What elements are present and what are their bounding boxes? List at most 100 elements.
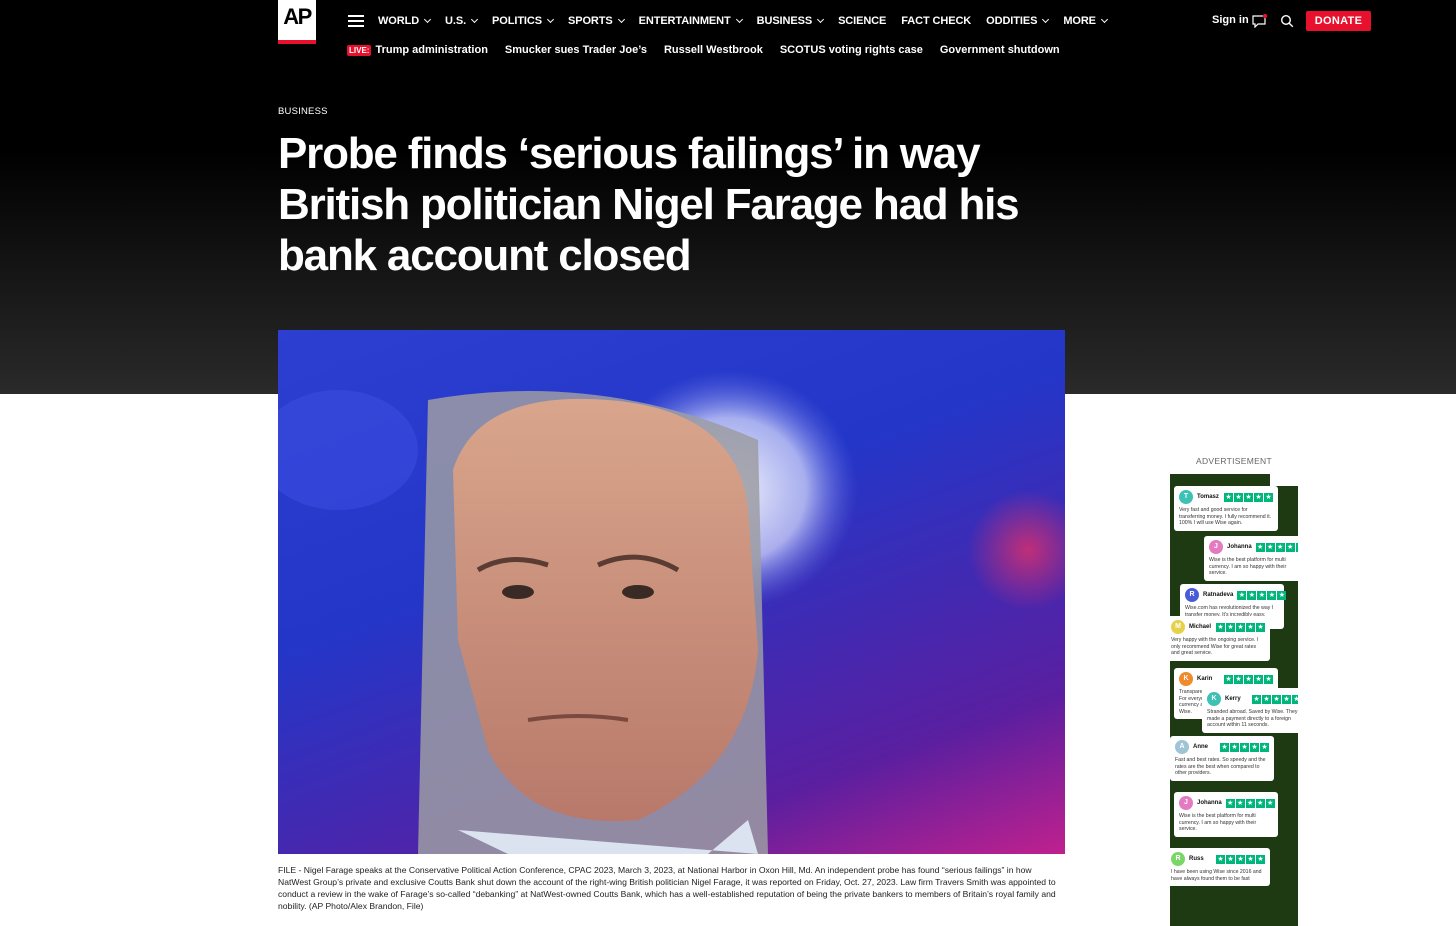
reviewer-name: Karin [1197, 676, 1213, 682]
star-icon: ★ [1234, 492, 1243, 502]
nav-item-label: BUSINESS [756, 15, 813, 27]
avatar: T [1179, 490, 1193, 504]
chevron-down-icon [617, 15, 625, 24]
donate-button[interactable]: DONATE [1306, 11, 1371, 31]
nav-item-science[interactable]: SCIENCE [838, 13, 886, 29]
avatar: J [1209, 540, 1223, 554]
star-rating: ★★★★★ [1216, 854, 1265, 864]
star-icon: ★ [1246, 622, 1255, 632]
star-icon: ★ [1250, 742, 1259, 752]
nav-item-u-s[interactable]: U.S. [445, 13, 479, 29]
notification-chat-icon[interactable] [1252, 14, 1268, 28]
star-icon: ★ [1255, 798, 1265, 808]
star-icon: ★ [1256, 622, 1265, 632]
reviewer-name: Anne [1193, 744, 1208, 750]
nav-item-politics[interactable]: POLITICS [492, 13, 555, 29]
avatar: M [1171, 620, 1185, 634]
trending-bar: LIVE: Trump administration Smucker sues Tr… [347, 44, 1060, 56]
chevron-down-icon [424, 15, 432, 24]
hamburger-menu-icon[interactable] [348, 15, 364, 27]
star-icon: ★ [1260, 742, 1269, 752]
star-icon: ★ [1240, 742, 1249, 752]
nav-item-label: MORE [1063, 15, 1096, 27]
star-icon: ★ [1226, 622, 1235, 632]
nav-item-oddities[interactable]: ODDITIES [986, 13, 1050, 29]
star-icon: ★ [1264, 492, 1273, 502]
star-icon: ★ [1292, 694, 1298, 704]
section-label[interactable]: BUSINESS [278, 106, 328, 117]
avatar: K [1207, 692, 1221, 706]
top-navigation-bar: AP WORLD U.S. POLITICS SPORTS ENTERTAINMENT B… [0, 0, 1456, 70]
star-icon: ★ [1224, 674, 1233, 684]
trending-label: SCOTUS voting rights case [779, 44, 923, 56]
chevron-down-icon [546, 15, 555, 24]
star-rating: ★★★★★ [1216, 622, 1265, 632]
trending-link[interactable]: Russell Westbrook [664, 44, 763, 56]
review-card: K Kerry ★ ★ ★ ★ ★ Stranded abroad. Saved by Wis… [1202, 688, 1298, 733]
ad-info-icon[interactable] [1270, 474, 1298, 486]
review-card: M Michael ★ ★ ★ ★ ★ Very happy with the ongoing… [1170, 616, 1270, 661]
logo-red-bar [278, 40, 316, 44]
nav-item-label: ENTERTAINMENT [638, 15, 731, 27]
advertisement-banner[interactable]: T Tomasz ★ ★ ★ ★ ★ Very fast and good service f… [1170, 474, 1298, 926]
review-text: Stranded abroad. Saved by Wise. They mad… [1207, 709, 1298, 728]
review-card: R Russ ★ ★ ★ ★ ★ I have been using Wise since 2… [1170, 848, 1270, 886]
star-icon: ★ [1256, 854, 1265, 864]
nav-item-entertainment[interactable]: ENTERTAINMENT [638, 13, 743, 29]
trending-link[interactable]: Smucker sues Trader Joe’s [505, 44, 647, 56]
article-headline: Probe finds ‘serious failings’ in way Br… [278, 129, 1020, 280]
star-icon: ★ [1257, 590, 1267, 600]
star-icon: ★ [1216, 622, 1225, 632]
review-text: Very fast and good service for transferr… [1179, 507, 1272, 526]
trending-link[interactable]: LIVE: Trump administration [347, 44, 488, 56]
nav-item-label: ODDITIES [986, 15, 1038, 27]
review-text: Wise is the best platform for multi curr… [1179, 813, 1257, 832]
star-rating: ★★★★★ [1255, 542, 1298, 552]
avatar: A [1175, 740, 1189, 754]
chevron-down-icon [471, 15, 479, 24]
sign-in-link[interactable]: Sign in [1212, 14, 1249, 26]
star-icon: ★ [1265, 542, 1275, 552]
reviewer-name: Russ [1189, 856, 1204, 862]
star-icon: ★ [1236, 854, 1245, 864]
trending-link[interactable]: SCOTUS voting rights case [780, 44, 923, 56]
chevron-down-icon [1100, 15, 1108, 24]
review-card: JJohanna★★★★★Wise is the best platform f… [1174, 792, 1278, 837]
trending-label: Russell Westbrook [663, 44, 763, 56]
nav-item-fact-check[interactable]: FACT CHECK [901, 13, 971, 29]
star-rating: ★★★★★ [1220, 742, 1269, 752]
trending-link[interactable]: Government shutdown [940, 44, 1060, 56]
reviewer-name: Tomasz [1197, 494, 1219, 500]
star-icon: ★ [1277, 590, 1287, 600]
star-icon: ★ [1262, 694, 1271, 704]
nav-item-world[interactable]: WORLD [378, 13, 432, 29]
live-badge: LIVE: [347, 44, 372, 56]
photo-caption: FILE - Nigel Farage speaks at the Conser… [278, 865, 1056, 911]
reviewer-name: Ratnadeva [1203, 592, 1234, 598]
star-rating: ★★★★★ [1225, 798, 1275, 808]
star-icon: ★ [1275, 542, 1285, 552]
ap-logo[interactable]: AP [278, 0, 316, 44]
star-icon: ★ [1230, 742, 1239, 752]
nav-item-business[interactable]: BUSINESS [756, 13, 825, 29]
nav-item-sports[interactable]: SPORTS [568, 13, 625, 29]
review-text: I have been using Wise since 2016 and ha… [1171, 869, 1262, 882]
star-icon: ★ [1244, 492, 1253, 502]
photo-illustration [278, 370, 1065, 854]
star-icon: ★ [1285, 542, 1295, 552]
review-text: Wise is the best platform for multi curr… [1209, 557, 1287, 576]
avatar: R [1185, 588, 1199, 602]
review-card: A Anne ★ ★ ★ ★ ★ Fast and best rates. So speedy… [1170, 736, 1274, 781]
star-icon: ★ [1226, 854, 1235, 864]
search-icon[interactable] [1280, 14, 1294, 28]
nav-item-label: FACT CHECK [901, 15, 972, 27]
star-rating: ★★★★★ [1237, 590, 1287, 600]
nav-item-more[interactable]: MORE [1063, 13, 1108, 29]
trending-label: Trump administration [375, 44, 488, 56]
trending-label: Smucker sues Trader Joe’s [504, 44, 647, 56]
review-text: Very happy with the ongoing service. I o… [1171, 637, 1259, 656]
star-icon: ★ [1254, 674, 1263, 684]
star-icon: ★ [1254, 492, 1263, 502]
nav-item-label: POLITICS [492, 15, 542, 27]
article-photo[interactable] [278, 330, 1065, 854]
